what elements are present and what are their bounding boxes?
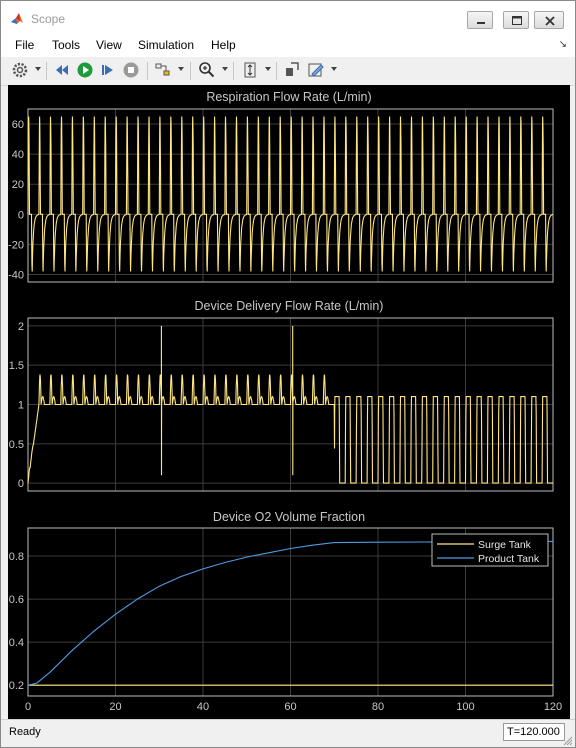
toolbar <box>1 57 575 86</box>
simulation-time: T=120.000 <box>503 723 565 741</box>
y-tick-label: 2 <box>18 321 24 333</box>
y-tick-label: 0.5 <box>9 439 24 451</box>
minimize-button[interactable] <box>467 11 493 29</box>
toolbar-separator <box>233 62 234 80</box>
close-button[interactable] <box>534 11 564 29</box>
menu-help[interactable]: Help <box>211 38 236 52</box>
toolbar-separator <box>147 62 148 80</box>
maximize-icon <box>512 16 522 25</box>
menu-view[interactable]: View <box>96 38 122 52</box>
style-icon[interactable] <box>307 61 325 79</box>
y-tick-label: 1 <box>18 400 24 412</box>
maximize-button[interactable] <box>503 11 529 29</box>
menu-simulation[interactable]: Simulation <box>138 38 194 52</box>
scope-window: Scope File Tools View Simulation Help ↘ <box>0 0 576 748</box>
settings-dropdown-icon[interactable] <box>35 67 41 71</box>
settings-icon[interactable] <box>11 61 29 79</box>
y-tick-label: 0.6 <box>9 594 24 606</box>
x-tick-label: 40 <box>197 701 209 713</box>
resize-grip-icon[interactable] <box>563 736 573 746</box>
stop-icon[interactable] <box>122 61 140 79</box>
menu-file[interactable]: File <box>15 38 34 52</box>
y-tick-label: 0.2 <box>9 680 24 692</box>
zoom-dropdown-icon[interactable] <box>222 67 228 71</box>
x-tick-label: 100 <box>456 701 474 713</box>
close-icon <box>545 16 555 26</box>
y-tick-label: 60 <box>12 119 24 131</box>
y-tick-label: -20 <box>8 239 24 251</box>
status-bar: Ready T=120.000 <box>1 719 575 747</box>
legend-label: Product Tank <box>478 553 540 565</box>
matlab-icon <box>11 13 23 24</box>
y-tick-label: -40 <box>8 269 24 281</box>
highlight-block-icon[interactable] <box>283 61 301 79</box>
y-tick-label: 0.8 <box>9 551 24 563</box>
minimize-icon <box>477 22 485 24</box>
toolbar-separator <box>46 62 47 80</box>
x-tick-label: 0 <box>25 701 31 713</box>
y-tick-label: 0 <box>18 478 24 490</box>
toolbar-separator <box>190 62 191 80</box>
autoscale-dropdown-icon[interactable] <box>265 67 271 71</box>
signal-selector-icon[interactable] <box>154 61 172 79</box>
menu-bar: File Tools View Simulation Help ↘ <box>1 33 575 57</box>
legend-label: Surge Tank <box>478 539 532 551</box>
x-tick-label: 80 <box>372 701 384 713</box>
dock-arrow-icon[interactable]: ↘ <box>559 39 567 50</box>
step-back-icon[interactable] <box>53 61 71 79</box>
y-tick-label: 20 <box>12 179 24 191</box>
autoscale-icon[interactable] <box>241 61 259 79</box>
window-title: Scope <box>31 12 66 26</box>
y-tick-label: 0.4 <box>9 637 24 649</box>
x-tick-label: 20 <box>109 701 121 713</box>
style-dropdown-icon[interactable] <box>331 67 337 71</box>
y-tick-label: 0 <box>18 209 24 221</box>
signal-selector-dropdown-icon[interactable] <box>178 67 184 71</box>
y-tick-label: 1.5 <box>9 360 24 372</box>
zoom-icon[interactable] <box>198 61 216 79</box>
scope-display: Respiration Flow Rate (L/min) Device Del… <box>8 85 570 719</box>
status-text: Ready <box>9 726 41 738</box>
menu-tools[interactable]: Tools <box>52 38 80 52</box>
y-tick-label: 40 <box>12 149 24 161</box>
step-forward-icon[interactable] <box>99 61 117 79</box>
title-bar[interactable]: Scope <box>1 1 575 33</box>
x-tick-label: 60 <box>284 701 296 713</box>
x-tick-label: 120 <box>544 701 562 713</box>
scope-plots[interactable]: -40 -20 0 20 40 60 0 0.5 1 1.5 2 0.2 0.4 0.6 0.8 0 20 40 6… <box>8 85 570 719</box>
toolbar-separator <box>276 62 277 80</box>
run-icon[interactable] <box>76 61 94 79</box>
